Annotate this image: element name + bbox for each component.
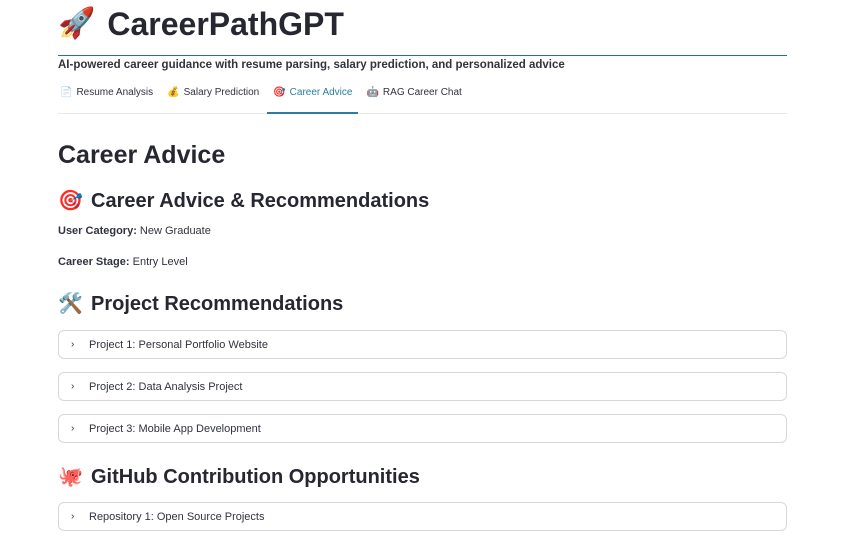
chevron-right-icon: › bbox=[71, 423, 75, 434]
tab-label: Career Advice bbox=[289, 87, 353, 98]
octopus-icon: 🐙 bbox=[58, 466, 83, 488]
advice-section-heading: 🎯 Career Advice & Recommendations bbox=[58, 188, 787, 214]
tab-label: Resume Analysis bbox=[76, 87, 154, 98]
career-stage-label: Career Stage: bbox=[58, 256, 130, 268]
tab-label: RAG Career Chat bbox=[382, 87, 462, 98]
user-category-value: New Graduate bbox=[139, 225, 211, 237]
expander-label: Project 1: Personal Portfolio Website bbox=[89, 338, 268, 351]
app-subtitle: AI-powered career guidance with resume p… bbox=[58, 59, 565, 71]
main-container: 🚀 CareerPathGPT AI-powered career guidan… bbox=[58, 0, 787, 531]
expander-label: Project 3: Mobile App Development bbox=[89, 422, 261, 435]
app-title-text: CareerPathGPT bbox=[107, 5, 344, 42]
tab-rag-career-chat[interactable]: 🤖 RAG Career Chat bbox=[360, 87, 467, 113]
github-section-title: GitHub Contribution Opportunities bbox=[91, 466, 420, 488]
project-expander-2[interactable]: › Project 2: Data Analysis Project bbox=[58, 372, 787, 401]
page-title: Career Advice bbox=[58, 141, 226, 169]
page-icon: 📄 bbox=[60, 87, 73, 98]
money-bag-icon: 💰 bbox=[167, 87, 180, 98]
advice-section-title: Career Advice & Recommendations bbox=[91, 190, 430, 212]
repository-expander-1[interactable]: › Repository 1: Open Source Projects bbox=[58, 502, 787, 531]
tab-bar: 📄 Resume Analysis 💰 Salary Prediction 🎯 … bbox=[58, 87, 787, 114]
projects-section-heading: 🛠️ Project Recommendations bbox=[58, 291, 787, 317]
target-icon: 🎯 bbox=[58, 190, 83, 212]
projects-section-title: Project Recommendations bbox=[91, 293, 344, 315]
tab-salary-prediction[interactable]: 💰 Salary Prediction bbox=[161, 87, 265, 113]
tab-career-advice[interactable]: 🎯 Career Advice bbox=[267, 87, 359, 114]
user-category-label: User Category: bbox=[58, 225, 137, 237]
tab-label: Salary Prediction bbox=[183, 87, 260, 98]
target-icon: 🎯 bbox=[273, 87, 286, 98]
expander-label: Repository 1: Open Source Projects bbox=[89, 510, 265, 523]
user-category: User Category: New Graduate bbox=[58, 224, 787, 238]
career-stage: Career Stage: Entry Level bbox=[58, 255, 787, 269]
career-stage-value: Entry Level bbox=[132, 256, 188, 268]
title-divider bbox=[58, 55, 787, 56]
chevron-right-icon: › bbox=[71, 339, 75, 350]
project-expander-3[interactable]: › Project 3: Mobile App Development bbox=[58, 414, 787, 443]
chevron-right-icon: › bbox=[71, 511, 75, 522]
tab-resume-analysis[interactable]: 📄 Resume Analysis bbox=[58, 87, 159, 113]
tools-icon: 🛠️ bbox=[58, 293, 83, 315]
chevron-right-icon: › bbox=[71, 381, 75, 392]
robot-icon: 🤖 bbox=[366, 87, 379, 98]
rocket-icon: 🚀 bbox=[58, 7, 96, 40]
expander-label: Project 2: Data Analysis Project bbox=[89, 380, 243, 393]
project-expander-1[interactable]: › Project 1: Personal Portfolio Website bbox=[58, 330, 787, 359]
app-title: 🚀 CareerPathGPT bbox=[58, 2, 787, 46]
github-section-heading: 🐙 GitHub Contribution Opportunities bbox=[58, 464, 787, 490]
